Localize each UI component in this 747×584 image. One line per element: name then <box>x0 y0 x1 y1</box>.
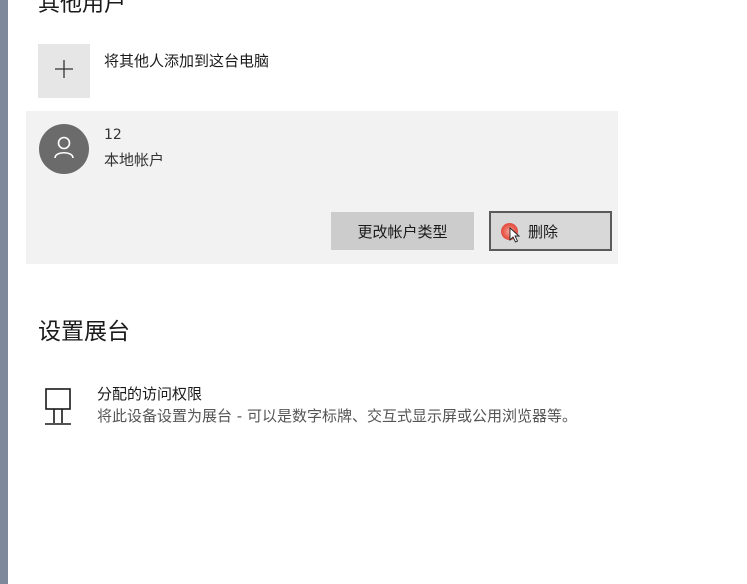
click-highlight <box>501 222 521 243</box>
settings-page: 其他用户 将其他人添加到这台电脑 12 本地帐户 更改帐户类型 删除 设置展台 … <box>0 0 747 584</box>
kiosk-monitor-icon <box>42 387 74 431</box>
assigned-access-title: 分配的访问权限 <box>97 385 203 403</box>
person-icon <box>53 135 75 163</box>
account-name: 12 <box>104 127 122 143</box>
other-users-heading: 其他用户 <box>38 0 127 17</box>
window-left-edge <box>0 0 8 584</box>
account-type: 本地帐户 <box>104 151 165 169</box>
add-user-tile[interactable] <box>38 44 90 98</box>
add-user-label: 将其他人添加到这台电脑 <box>104 52 270 70</box>
plus-icon <box>54 59 74 83</box>
change-account-type-button[interactable]: 更改帐户类型 <box>331 212 474 250</box>
kiosk-heading: 设置展台 <box>38 319 130 345</box>
avatar <box>39 124 89 174</box>
assigned-access-description: 将此设备设置为展台 - 可以是数字标牌、交互式显示屏或公用浏览器等。 <box>97 407 577 425</box>
delete-account-button[interactable]: 删除 <box>489 211 612 251</box>
mouse-pointer-icon <box>509 226 521 247</box>
add-other-user-row[interactable]: 将其他人添加到这台电脑 <box>38 44 598 98</box>
delete-button-label: 删除 <box>528 222 559 241</box>
account-panel[interactable]: 12 本地帐户 更改帐户类型 删除 <box>26 111 618 264</box>
